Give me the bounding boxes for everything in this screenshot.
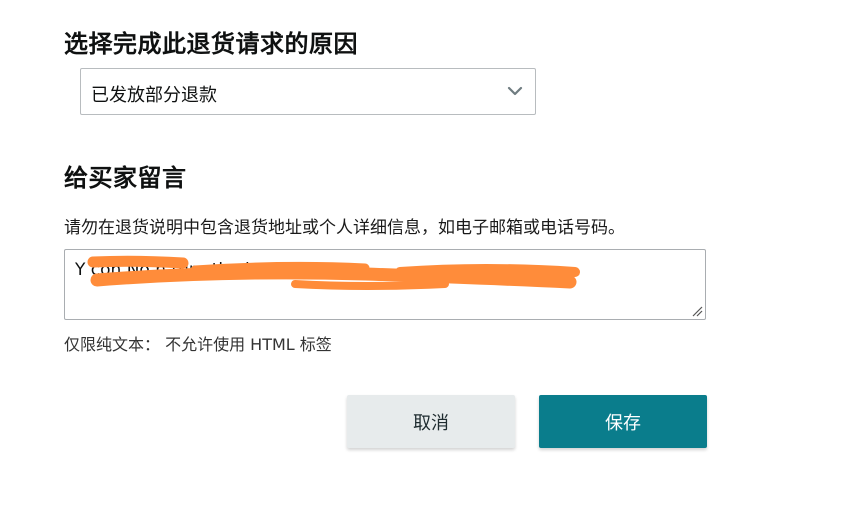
plain-text-hint: 仅限纯文本： 不允许使用 HTML 标签 (64, 335, 332, 354)
buyer-message-text: Y con No n turn the ite (75, 260, 267, 280)
buyer-message-textarea[interactable]: Y con No n turn the ite (64, 249, 706, 320)
cancel-button[interactable]: 取消 (347, 395, 515, 448)
reason-heading: 选择完成此退货请求的原因 (64, 30, 358, 58)
message-instruction: 请勿在退货说明中包含退货地址或个人详细信息，如电子邮箱或电话号码。 (64, 218, 625, 238)
reason-select-value: 已发放部分退款 (91, 85, 217, 106)
reason-select[interactable]: 已发放部分退款 (80, 68, 536, 115)
resize-handle-icon[interactable] (691, 305, 703, 317)
chevron-down-icon (507, 86, 523, 96)
save-button[interactable]: 保存 (539, 395, 707, 448)
buyer-message-heading: 给买家留言 (64, 164, 187, 192)
return-request-page: 选择完成此退货请求的原因 已发放部分退款 给买家留言 请勿在退货说明中包含退货地… (0, 0, 841, 506)
